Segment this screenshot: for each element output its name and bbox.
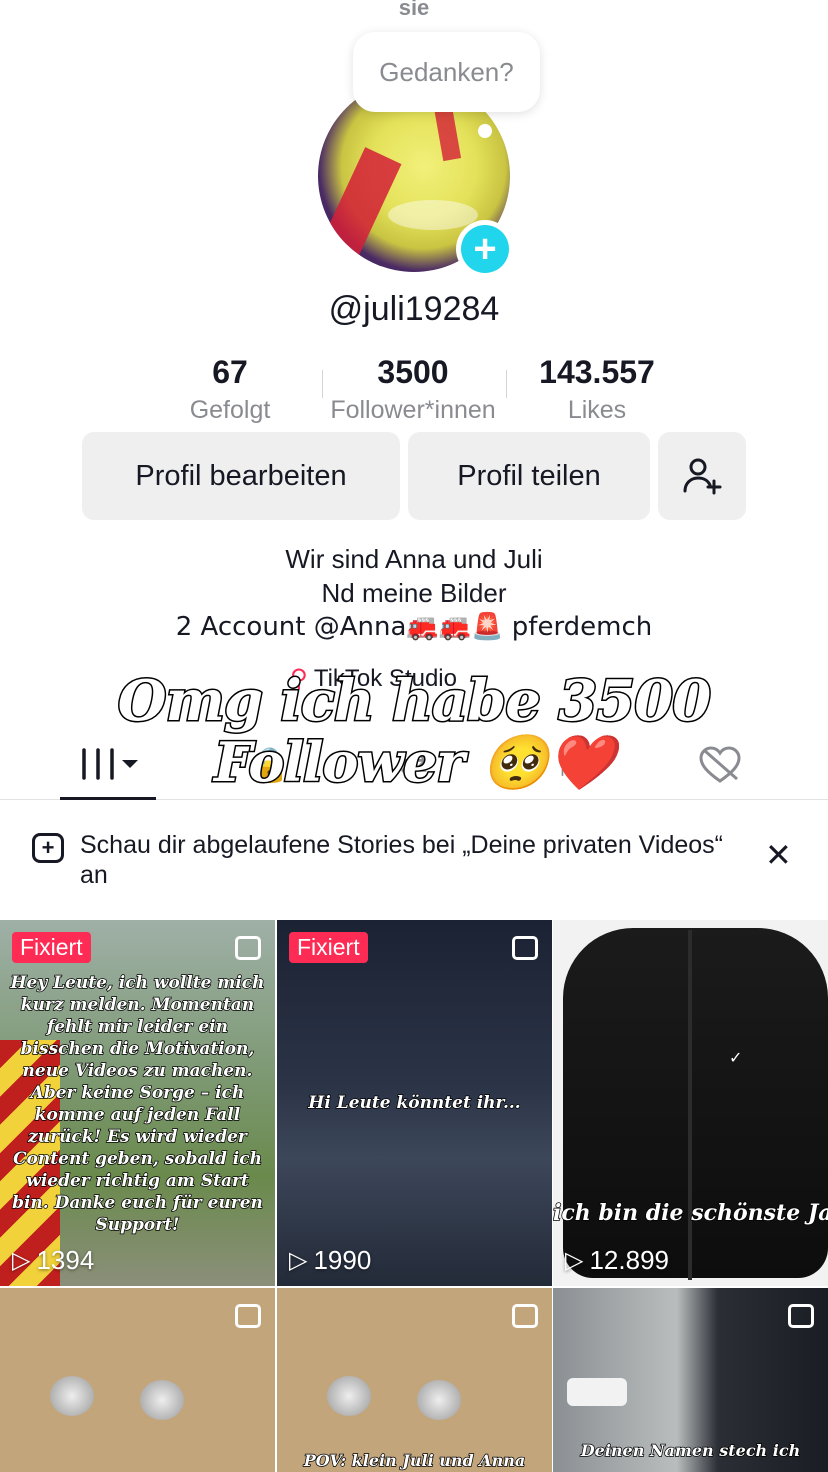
view-count-value: 1394 [36, 1245, 95, 1275]
video-caption: Deinen Namen stech ich [580, 1440, 801, 1461]
video-tile[interactable]: POV: klein Juli und Anna [277, 1288, 552, 1472]
notice-text: Schau dir abgelaufene Stories bei „Deine… [80, 831, 723, 889]
bio-line: Nd meine Bilder [321, 578, 507, 608]
close-icon[interactable]: ✕ [765, 836, 792, 874]
share-profile-button[interactable]: Profil teilen [408, 432, 650, 520]
stat-following-count: 67 [212, 354, 248, 390]
view-count: ▷ 12.899 [565, 1245, 669, 1276]
pinned-badge: Fixiert [289, 932, 368, 963]
play-icon: ▷ [12, 1247, 31, 1274]
add-story-icon: + [32, 833, 64, 863]
add-friend-button[interactable] [658, 432, 746, 520]
video-caption: Hi Leute könntet ihr... [308, 1092, 522, 1114]
view-count-value: 12.899 [589, 1245, 669, 1275]
overlay-caption-line1: Omg ich habe 3500 [116, 667, 712, 736]
stat-followers-count: 3500 [377, 354, 449, 390]
video-caption: ich bin die schönste Jacke [553, 1200, 828, 1226]
overlay-caption-line2: Follower 🥺❤️ [212, 729, 616, 796]
thoughts-bubble[interactable]: Gedanken? [353, 32, 540, 112]
photo-slideshow-icon [235, 1304, 261, 1328]
add-user-icon [683, 458, 722, 495]
play-icon: ▷ [289, 1247, 308, 1274]
photo-slideshow-icon [788, 1304, 814, 1328]
video-tile[interactable]: Deinen Namen stech ich [553, 1288, 828, 1472]
stat-likes[interactable]: 143.557 Likes [502, 352, 692, 428]
stories-notice: + Schau dir abgelaufene Stories bei „Dei… [0, 800, 828, 912]
photo-slideshow-icon [235, 936, 261, 960]
stat-following[interactable]: 67 Gefolgt [135, 352, 325, 428]
clipped-header-text: sie [398, 0, 430, 20]
edit-profile-button[interactable]: Profil bearbeiten [82, 432, 400, 520]
photo-slideshow-icon [512, 1304, 538, 1328]
profile-bio: Wir sind Anna und Juli Nd meine Bilder 2… [0, 542, 828, 644]
photo-slideshow-icon [512, 936, 538, 960]
stat-followers[interactable]: 3500 Follower*innen [318, 352, 508, 428]
video-caption: Hey Leute, ich wollte mich kurz melden. … [10, 972, 266, 1236]
video-tile[interactable]: Fixiert Hi Leute könntet ihr... ▷ 1990 [277, 920, 552, 1286]
pinned-badge: Fixiert [12, 932, 91, 963]
stat-likes-count: 143.557 [539, 354, 655, 390]
stat-following-label: Gefolgt [189, 396, 271, 424]
bio-line: Wir sind Anna und Juli [285, 544, 543, 574]
play-icon: ▷ [565, 1247, 584, 1274]
bubble-tail [478, 124, 492, 138]
video-tile[interactable] [0, 1288, 275, 1472]
video-tile[interactable]: ✓ ich bin die schönste Jacke ▷12.899 [553, 920, 828, 1286]
view-count-value: 1990 [313, 1245, 372, 1275]
username: @juli19284 [328, 290, 500, 328]
add-story-button[interactable]: + [456, 220, 514, 278]
plus-icon: + [461, 225, 509, 273]
profile-stats: 67 Gefolgt 3500 Follower*innen 143.557 L… [0, 352, 828, 432]
stat-followers-label: Follower*innen [330, 396, 496, 424]
video-caption: POV: klein Juli und Anna [303, 1450, 526, 1471]
stat-likes-label: Likes [567, 396, 627, 424]
bio-line: 2 Account @Anna🚒🚒🚨 pferdemch [175, 612, 653, 642]
video-tile[interactable]: Fixiert Hey Leute, ich wollte mich kurz … [0, 920, 275, 1286]
view-count: ▷ 1990 [289, 1245, 371, 1276]
view-count: ▷ 1394 [12, 1245, 94, 1276]
